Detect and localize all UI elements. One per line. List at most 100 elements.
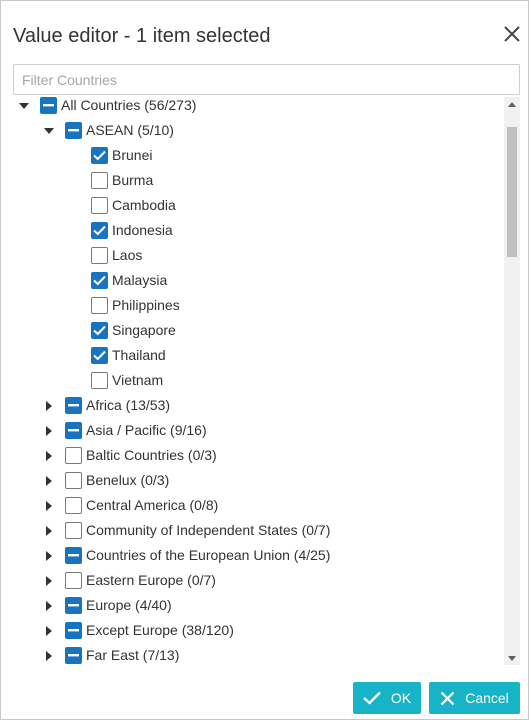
cancel-button[interactable]: Cancel	[429, 682, 520, 714]
checkmark-icon	[93, 275, 106, 286]
row-label: Benelux (0/3)	[86, 472, 170, 488]
minus-icon	[68, 554, 79, 557]
tree-row[interactable]: Europe (4/40)	[13, 593, 504, 618]
row-checkbox[interactable]	[91, 372, 108, 389]
row-label: Asia / Pacific (9/16)	[86, 422, 207, 438]
tree-row[interactable]: Thailand	[13, 343, 504, 368]
row-checkbox[interactable]	[65, 447, 82, 464]
dialog-title: Value editor - 1 item selected	[13, 25, 271, 47]
caret-right-icon[interactable]	[42, 649, 56, 663]
checkmark-icon	[93, 225, 106, 236]
tree-row[interactable]: Singapore	[13, 318, 504, 343]
checkmark-icon	[93, 150, 106, 161]
tree-row[interactable]: Cambodia	[13, 193, 504, 218]
row-label: Indonesia	[112, 222, 173, 238]
tree-row[interactable]: Vietnam	[13, 368, 504, 393]
checkmark-icon	[93, 350, 106, 361]
tree-row[interactable]: Benelux (0/3)	[13, 468, 504, 493]
row-checkbox[interactable]	[65, 622, 82, 639]
tree-scrollbar[interactable]	[504, 97, 520, 665]
row-checkbox[interactable]	[65, 572, 82, 589]
caret-down-icon[interactable]	[42, 124, 56, 138]
caret-right-icon[interactable]	[42, 399, 56, 413]
row-checkbox[interactable]	[65, 597, 82, 614]
row-label: All Countries (56/273)	[61, 97, 197, 113]
row-checkbox[interactable]	[91, 247, 108, 264]
row-checkbox[interactable]	[65, 497, 82, 514]
caret-down-icon[interactable]	[17, 99, 31, 113]
row-label: Burma	[112, 172, 154, 188]
row-checkbox[interactable]	[65, 522, 82, 539]
country-tree: All Countries (56/273) ASEAN (5/10) Brunei…	[13, 93, 504, 665]
minus-icon	[43, 104, 54, 107]
row-label: Africa (13/53)	[86, 397, 171, 413]
tree-row[interactable]: Asia / Pacific (9/16)	[13, 418, 504, 443]
row-label: Vietnam	[112, 372, 164, 388]
minus-icon	[68, 129, 79, 132]
caret-right-icon[interactable]	[42, 574, 56, 588]
caret-right-icon[interactable]	[42, 624, 56, 638]
close-icon	[440, 691, 455, 705]
row-checkbox[interactable]	[91, 322, 108, 339]
tree-row[interactable]: ASEAN (5/10)	[13, 118, 504, 143]
caret-right-icon[interactable]	[42, 599, 56, 613]
tree-row[interactable]: Far East (7/13)	[13, 643, 504, 665]
tree-row[interactable]: Burma	[13, 168, 504, 193]
tree-row[interactable]: Brunei	[13, 143, 504, 168]
caret-right-icon[interactable]	[42, 424, 56, 438]
row-label: Malaysia	[112, 272, 168, 288]
row-label: Except Europe (38/120)	[86, 622, 234, 638]
tree-row[interactable]: Countries of the European Union (4/25)	[13, 543, 504, 568]
tree-row[interactable]: Laos	[13, 243, 504, 268]
scrollbar-thumb[interactable]	[507, 127, 517, 257]
row-label: Baltic Countries (0/3)	[86, 447, 217, 463]
row-label: Community of Independent States (0/7)	[86, 522, 331, 538]
row-checkbox[interactable]	[91, 347, 108, 364]
row-checkbox[interactable]	[91, 197, 108, 214]
row-checkbox[interactable]	[65, 547, 82, 564]
row-checkbox[interactable]	[91, 147, 108, 164]
row-label: Central America (0/8)	[86, 497, 219, 513]
cancel-button-label: Cancel	[465, 690, 509, 706]
ok-button[interactable]: OK	[353, 682, 421, 714]
caret-right-icon[interactable]	[42, 524, 56, 538]
tree-row[interactable]: Philippines	[13, 293, 504, 318]
row-checkbox[interactable]	[40, 97, 57, 114]
tree-row[interactable]: Africa (13/53)	[13, 393, 504, 418]
row-checkbox[interactable]	[91, 172, 108, 189]
caret-right-icon[interactable]	[42, 449, 56, 463]
tree-row[interactable]: Malaysia	[13, 268, 504, 293]
minus-icon	[68, 654, 79, 657]
minus-icon	[68, 404, 79, 407]
scroll-up-icon[interactable]	[504, 97, 520, 111]
tree-row[interactable]: All Countries (56/273)	[13, 93, 504, 118]
filter-input[interactable]	[13, 64, 520, 95]
tree-row[interactable]: Baltic Countries (0/3)	[13, 443, 504, 468]
tree-row[interactable]: Community of Independent States (0/7)	[13, 518, 504, 543]
close-icon	[504, 26, 520, 42]
row-label: Europe (4/40)	[86, 597, 172, 613]
caret-right-icon[interactable]	[42, 549, 56, 563]
row-checkbox[interactable]	[65, 397, 82, 414]
scroll-down-icon[interactable]	[504, 651, 520, 665]
row-checkbox[interactable]	[91, 272, 108, 289]
tree-row[interactable]: Eastern Europe (0/7)	[13, 568, 504, 593]
minus-icon	[68, 604, 79, 607]
close-button[interactable]	[503, 25, 521, 43]
row-checkbox[interactable]	[65, 422, 82, 439]
checkmark-icon	[93, 325, 106, 336]
row-checkbox[interactable]	[65, 122, 82, 139]
row-checkbox[interactable]	[65, 647, 82, 664]
row-label: ASEAN (5/10)	[86, 122, 174, 138]
row-label: Eastern Europe (0/7)	[86, 572, 216, 588]
row-checkbox[interactable]	[65, 472, 82, 489]
tree-row[interactable]: Indonesia	[13, 218, 504, 243]
row-checkbox[interactable]	[91, 297, 108, 314]
caret-right-icon[interactable]	[42, 474, 56, 488]
caret-right-icon[interactable]	[42, 499, 56, 513]
row-checkbox[interactable]	[91, 222, 108, 239]
tree-row[interactable]: Except Europe (38/120)	[13, 618, 504, 643]
tree-row[interactable]: Central America (0/8)	[13, 493, 504, 518]
value-editor-dialog: Value editor - 1 item selected All Count…	[0, 0, 529, 720]
row-label: Brunei	[112, 147, 153, 163]
